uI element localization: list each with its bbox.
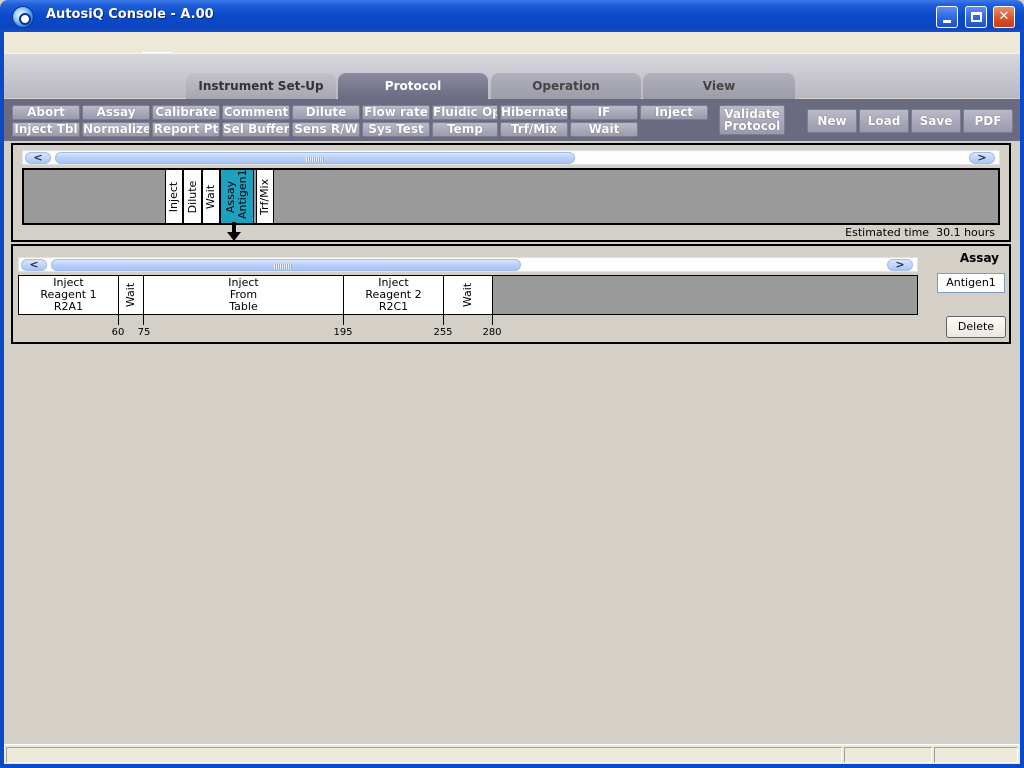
pdf-button[interactable]: PDF bbox=[963, 109, 1013, 133]
assay-button[interactable]: Assay bbox=[82, 105, 150, 120]
tab-instrument-setup[interactable]: Instrument Set-Up bbox=[186, 73, 336, 99]
segment-line: R2C1 bbox=[378, 300, 409, 313]
scroll-thumb[interactable] bbox=[55, 152, 575, 164]
menu-strip bbox=[4, 32, 1020, 54]
sys-test-button[interactable]: Sys Test bbox=[362, 122, 430, 137]
tab-operation[interactable]: Operation bbox=[491, 73, 641, 99]
segment-line: Table bbox=[229, 300, 258, 313]
menu-separator bbox=[142, 52, 172, 53]
dilute-button[interactable]: Dilute bbox=[292, 105, 360, 120]
estimated-time-label: Estimated time bbox=[845, 226, 930, 239]
tick-mark bbox=[492, 315, 493, 325]
assay-panel-title: Assay bbox=[959, 251, 999, 265]
minimize-button[interactable] bbox=[936, 6, 958, 28]
segment-inject-from-table[interactable]: Inject From Table bbox=[144, 276, 344, 314]
report-pt-button[interactable]: Report Pt bbox=[152, 122, 220, 137]
comment-button[interactable]: Comment bbox=[222, 105, 290, 120]
segment-inject-reagent-2[interactable]: Inject Reagent 2 R2C1 bbox=[344, 276, 444, 314]
tick-mark bbox=[443, 315, 444, 325]
assay-timeline: Inject Reagent 1 R2A1 Wait Inject From T… bbox=[18, 275, 918, 315]
step-wait[interactable]: Wait bbox=[202, 170, 220, 223]
scroll-left-icon[interactable]: < bbox=[25, 152, 51, 164]
tick-mark bbox=[143, 315, 144, 325]
estimated-time: Estimated time 30.1 hours bbox=[845, 226, 995, 239]
calibrate-button[interactable]: Calibrate bbox=[152, 105, 220, 120]
step-inject[interactable]: Inject bbox=[165, 170, 183, 223]
maximize-icon bbox=[970, 12, 982, 22]
trf-mix-button[interactable]: Trf/Mix bbox=[500, 122, 568, 137]
tick-label: 195 bbox=[333, 327, 353, 338]
scroll-right-icon[interactable]: > bbox=[887, 259, 913, 271]
window-title: AutosiQ Console - A.00 bbox=[46, 7, 214, 22]
step-trf-mix[interactable]: Trf/Mix bbox=[256, 170, 274, 223]
validate-protocol-button[interactable]: Validate Protocol bbox=[719, 105, 785, 135]
sel-buffer-button[interactable]: Sel Buffer bbox=[222, 122, 290, 137]
fluidic-op-button[interactable]: Fluidic Op bbox=[432, 105, 498, 120]
step-label: Assay Antigen1 bbox=[224, 168, 249, 219]
status-cell bbox=[844, 747, 932, 763]
step-dilute[interactable]: Dilute bbox=[183, 170, 202, 223]
hibernate-button[interactable]: Hibernate bbox=[500, 105, 568, 120]
assay-name-field[interactable]: Antigen1 bbox=[937, 273, 1005, 293]
close-button[interactable]: ✕ bbox=[993, 6, 1015, 28]
protocol-timeline: Inject Dilute Wait Assay Antigen1 Trf/Mi… bbox=[22, 168, 1000, 225]
inject-button[interactable]: Inject bbox=[640, 105, 708, 120]
status-bar bbox=[4, 744, 1020, 764]
step-label: Trf/Mix bbox=[258, 178, 271, 215]
wait-button[interactable]: Wait bbox=[570, 122, 638, 137]
step-label: Dilute bbox=[185, 180, 199, 213]
step-label: Inject bbox=[167, 181, 180, 212]
tick-mark bbox=[118, 315, 119, 325]
scroll-grip-icon bbox=[306, 157, 324, 162]
window-frame-bottom bbox=[0, 764, 1024, 768]
load-button[interactable]: Load bbox=[859, 109, 909, 133]
tab-view[interactable]: View bbox=[643, 73, 795, 99]
segment-wait[interactable]: Wait bbox=[119, 276, 144, 314]
abort-button[interactable]: Abort bbox=[12, 105, 80, 120]
if-button[interactable]: IF bbox=[570, 105, 638, 120]
tab-protocol[interactable]: Protocol bbox=[338, 73, 488, 99]
normalize-button[interactable]: Normalize bbox=[82, 122, 150, 137]
delete-button[interactable]: Delete bbox=[946, 316, 1006, 338]
window-frame-left bbox=[0, 32, 4, 768]
estimated-time-value: 30.1 hours bbox=[936, 226, 995, 239]
minimize-icon bbox=[943, 20, 951, 23]
window-frame-right bbox=[1020, 32, 1024, 768]
segment-wait[interactable]: Wait bbox=[444, 276, 493, 314]
app-logo-icon bbox=[12, 6, 34, 28]
segment-line: Wait bbox=[461, 282, 474, 308]
flow-rate-button[interactable]: Flow rate bbox=[362, 105, 430, 120]
scroll-right-icon[interactable]: > bbox=[969, 152, 995, 164]
step-label: Wait bbox=[204, 184, 217, 209]
tick-label: 255 bbox=[433, 327, 453, 338]
maximize-button[interactable] bbox=[965, 6, 987, 28]
title-bar[interactable]: AutosiQ Console - A.00 ✕ bbox=[0, 0, 1024, 32]
protocol-sequence-panel: < > Inject Dilute Wait Assay Antigen1 Tr… bbox=[11, 143, 1011, 242]
new-button[interactable]: New bbox=[807, 109, 857, 133]
close-icon: ✕ bbox=[998, 9, 1010, 24]
scroll-thumb[interactable] bbox=[51, 259, 521, 271]
tick-label: 75 bbox=[137, 327, 151, 338]
step-assay-antigen1[interactable]: Assay Antigen1 bbox=[220, 168, 254, 223]
inject-tbl-button[interactable]: Inject Tbl bbox=[12, 122, 80, 137]
tick-label: 60 bbox=[111, 327, 125, 338]
segment-inject-reagent-1[interactable]: Inject Reagent 1 R2A1 bbox=[19, 276, 119, 314]
tick-mark bbox=[343, 315, 344, 325]
selection-down-arrow-icon bbox=[227, 222, 241, 241]
assay-scrollbar[interactable]: < > bbox=[18, 257, 918, 272]
status-cell bbox=[934, 747, 1018, 763]
assay-detail-panel: Assay < > Inject Reagent 1 R2A1 Wait Inj… bbox=[11, 244, 1011, 344]
segment-line: Wait bbox=[124, 282, 137, 308]
temp-button[interactable]: Temp bbox=[432, 122, 498, 137]
scroll-left-icon[interactable]: < bbox=[21, 259, 47, 271]
sens-rw-button[interactable]: Sens R/W bbox=[292, 122, 360, 137]
sequence-scrollbar[interactable]: < > bbox=[22, 150, 1000, 165]
scroll-grip-icon bbox=[274, 264, 292, 269]
status-cell bbox=[6, 747, 842, 763]
segment-line: R2A1 bbox=[53, 300, 84, 313]
tick-label: 280 bbox=[482, 327, 502, 338]
save-button[interactable]: Save bbox=[911, 109, 961, 133]
protocol-toolbar: Abort Assay Calibrate Comment Dilute Flo… bbox=[4, 99, 1020, 141]
